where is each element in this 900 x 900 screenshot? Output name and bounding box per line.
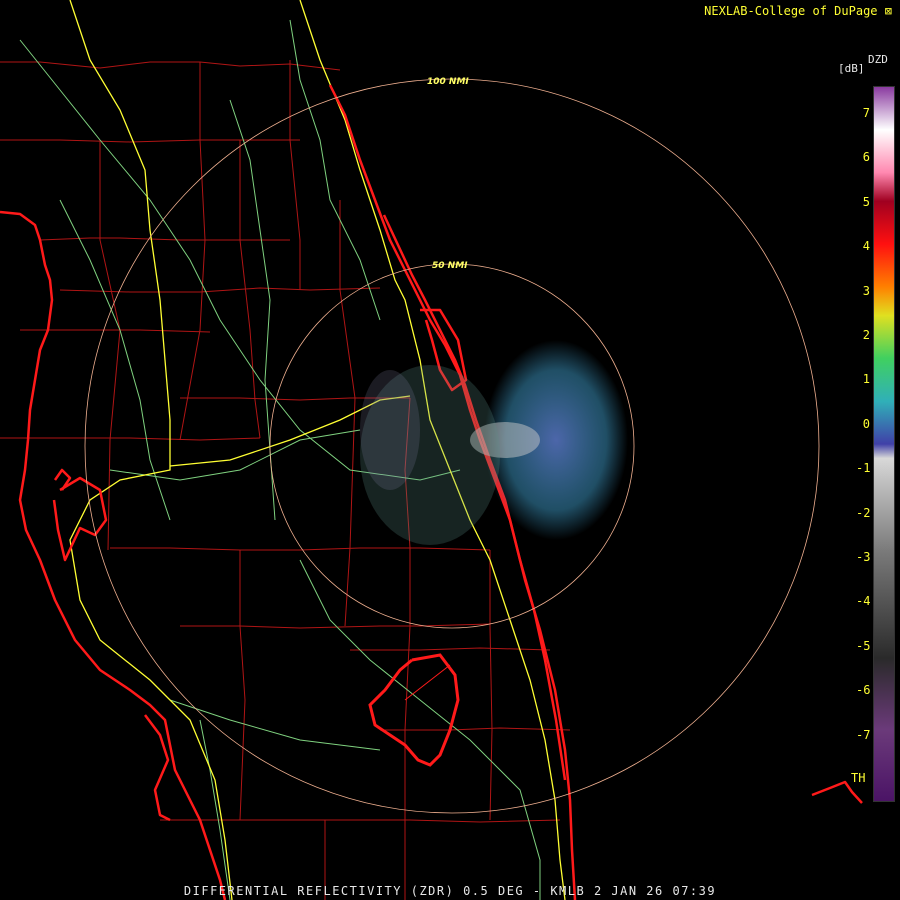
scale-footer-label: TH <box>851 771 866 785</box>
scale-tick: 3 <box>862 283 870 298</box>
range-label-100: 100 NMI <box>427 77 469 87</box>
scale-tick: 4 <box>862 239 870 254</box>
footer-caption: DIFFERENTIAL REFLECTIVITY (ZDR) 0.5 DEG … <box>183 884 717 898</box>
nexlab-credit: NEXLAB-College of DuPage ⊠ <box>704 4 892 18</box>
scale-tick: 0 <box>862 416 870 431</box>
scale-tick: -5 <box>856 638 871 653</box>
scale-unit: [dB] <box>838 62 865 75</box>
scale-tick: -3 <box>856 550 871 564</box>
scale-tick: 6 <box>862 150 870 165</box>
credit-text: NEXLAB-College of DuPage <box>704 4 878 18</box>
scale-name: DZD <box>868 53 888 66</box>
scale-tick: 7 <box>862 106 870 120</box>
scale-tick: -4 <box>856 594 871 609</box>
color-scale-bar <box>873 86 895 802</box>
corner-icon: ⊠ <box>884 4 892 18</box>
scale-tick: -6 <box>856 683 871 698</box>
range-label-50: 50 NMI <box>432 261 468 271</box>
scale-tick: -1 <box>856 461 871 476</box>
radar-echoes <box>360 340 628 545</box>
scale-tick: -7 <box>856 727 871 742</box>
radar-map: 100 NMI 50 NMI <box>0 0 863 900</box>
scale-tick: 5 <box>862 194 870 209</box>
scale-tick: -2 <box>856 505 871 520</box>
scale-tick: 1 <box>862 372 870 387</box>
scale-tick: 2 <box>862 328 870 342</box>
lake-okeechobee <box>368 653 460 767</box>
